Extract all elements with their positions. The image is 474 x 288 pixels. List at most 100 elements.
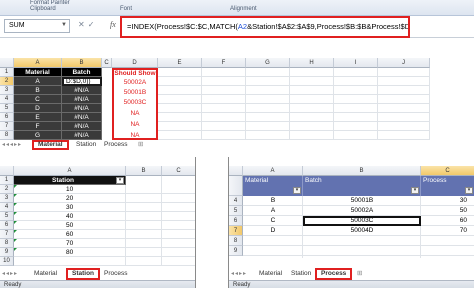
row-header-4[interactable]: 4	[229, 196, 243, 206]
row-header[interactable]: 9	[0, 248, 14, 257]
material-cell[interactable]: C	[14, 95, 62, 104]
row-header-7[interactable]: 7	[0, 122, 14, 131]
row-header-8[interactable]: 8	[229, 236, 243, 246]
station-cell[interactable]: 40	[14, 212, 126, 221]
col-header-f[interactable]: F	[202, 58, 246, 68]
select-all-corner[interactable]	[229, 166, 243, 176]
cancel-enter-icons[interactable]: ✕✓	[78, 20, 97, 29]
batch-cell[interactable]: #N/A	[62, 95, 102, 104]
row-header-8[interactable]: 8	[0, 131, 14, 140]
col-header-c[interactable]: C	[102, 58, 112, 68]
tab-material[interactable]: Material	[32, 140, 69, 150]
col-header-a[interactable]: A	[14, 166, 126, 176]
batch-cell[interactable]: #N/A	[62, 113, 102, 122]
col-header-j[interactable]: J	[378, 58, 430, 68]
filter-dropdown-icon[interactable]: ▾	[293, 187, 301, 194]
select-all-corner[interactable]	[0, 58, 14, 68]
material-cell[interactable]: A	[14, 77, 62, 86]
process-cell[interactable]: 70	[421, 226, 474, 236]
material-cell[interactable]: A	[243, 206, 303, 216]
row-header-6[interactable]: 6	[0, 113, 14, 122]
batch-cell-selected[interactable]: 50003C	[303, 216, 421, 226]
chevron-down-icon[interactable]: ▼	[61, 22, 67, 28]
row-header[interactable]: 2	[0, 185, 14, 194]
row-header-1[interactable]: 1	[0, 68, 14, 77]
batch-cell-active[interactable]: D:$D,0))	[62, 77, 102, 86]
tab-station[interactable]: Station	[287, 269, 315, 279]
batch-cell[interactable]: #N/A	[62, 104, 102, 113]
tab-material[interactable]: Material	[255, 269, 286, 279]
tab-material[interactable]: Material	[30, 269, 61, 279]
material-cell[interactable]: E	[14, 113, 62, 122]
filter-dropdown-icon[interactable]: ▾	[465, 187, 473, 194]
row-header[interactable]: 8	[0, 239, 14, 248]
row-header-9[interactable]: 9	[229, 246, 243, 256]
row-header-6[interactable]: 6	[229, 216, 243, 226]
tab-nav-arrows-icon[interactable]: ◂◂▸▸	[231, 269, 247, 279]
row-header-5[interactable]: 5	[0, 104, 14, 113]
row-header[interactable]: 1	[0, 176, 14, 185]
tab-nav-arrows-icon[interactable]: ◂◂▸▸	[2, 269, 18, 279]
material-cell[interactable]: B	[14, 86, 62, 95]
col-header-b[interactable]: B	[126, 166, 162, 176]
col-header-e[interactable]: E	[158, 58, 202, 68]
batch-cell[interactable]: #N/A	[62, 86, 102, 95]
new-sheet-icon[interactable]: ⊞	[353, 269, 366, 279]
row-header[interactable]	[229, 176, 243, 196]
row-header[interactable]: 7	[0, 230, 14, 239]
station-cell[interactable]: 10	[14, 185, 126, 194]
col-header-b[interactable]: B	[303, 166, 421, 176]
material-cell[interactable]: B	[243, 196, 303, 206]
select-all-corner[interactable]	[0, 166, 14, 176]
batch-cell[interactable]: #N/A	[62, 131, 102, 140]
row-header-4[interactable]: 4	[0, 95, 14, 104]
station-cell[interactable]: 80	[14, 248, 126, 257]
process-cell[interactable]: 60	[421, 216, 474, 226]
station-cell[interactable]: 20	[14, 194, 126, 203]
col-header-h[interactable]: H	[290, 58, 334, 68]
process-cell[interactable]: 50	[421, 206, 474, 216]
material-cell[interactable]: F	[14, 122, 62, 131]
tab-process[interactable]: Process	[100, 140, 131, 150]
tab-station[interactable]: Station	[72, 140, 100, 150]
row-header-5[interactable]: 5	[229, 206, 243, 216]
col-header-c[interactable]: C	[162, 166, 195, 176]
col-header-a[interactable]: A	[243, 166, 303, 176]
filter-dropdown-icon[interactable]: ▾	[411, 187, 419, 194]
row-header-7[interactable]: 7	[229, 226, 243, 236]
name-box[interactable]: SUM ▼	[4, 19, 70, 33]
material-cell[interactable]: G	[14, 131, 62, 140]
col-header-d[interactable]: D	[112, 58, 158, 68]
filter-dropdown-icon[interactable]: ▾	[116, 177, 124, 184]
row-header[interactable]: 6	[0, 221, 14, 230]
row-header[interactable]: 5	[0, 212, 14, 221]
function-icon[interactable]: fx	[110, 20, 116, 29]
material-cell[interactable]: C	[243, 216, 303, 226]
process-cell[interactable]: 30	[421, 196, 474, 206]
batch-cell[interactable]: #N/A	[62, 122, 102, 131]
tab-station[interactable]: Station	[66, 268, 101, 280]
batch-cell[interactable]: 50004D	[303, 226, 421, 236]
row-header[interactable]: 3	[0, 194, 14, 203]
station-cell[interactable]: 50	[14, 221, 126, 230]
tab-process[interactable]: Process	[315, 268, 353, 280]
batch-cell[interactable]: 50001B	[303, 196, 421, 206]
formula-input[interactable]: =INDEX(Process!$C:$C,MATCH(A2&Station!$A…	[120, 16, 410, 38]
tab-process[interactable]: Process	[100, 269, 131, 279]
col-header-b[interactable]: B	[62, 58, 102, 68]
new-sheet-icon[interactable]: ⊞	[134, 140, 147, 150]
col-header-g[interactable]: G	[246, 58, 290, 68]
row-header[interactable]: 10	[0, 257, 14, 266]
col-header-i[interactable]: I	[334, 58, 378, 68]
station-cell[interactable]: 70	[14, 239, 126, 248]
row-header[interactable]: 4	[0, 203, 14, 212]
material-cell[interactable]: D	[14, 104, 62, 113]
station-cell[interactable]: 60	[14, 230, 126, 239]
station-cell[interactable]: 30	[14, 203, 126, 212]
col-header-a[interactable]: A	[14, 58, 62, 68]
batch-cell[interactable]: 50002A	[303, 206, 421, 216]
col-header-c[interactable]: C	[421, 166, 474, 176]
material-cell[interactable]: D	[243, 226, 303, 236]
row-header-3[interactable]: 3	[0, 86, 14, 95]
tab-nav-arrows-icon[interactable]: ◂◂◂▸▸	[2, 140, 22, 150]
